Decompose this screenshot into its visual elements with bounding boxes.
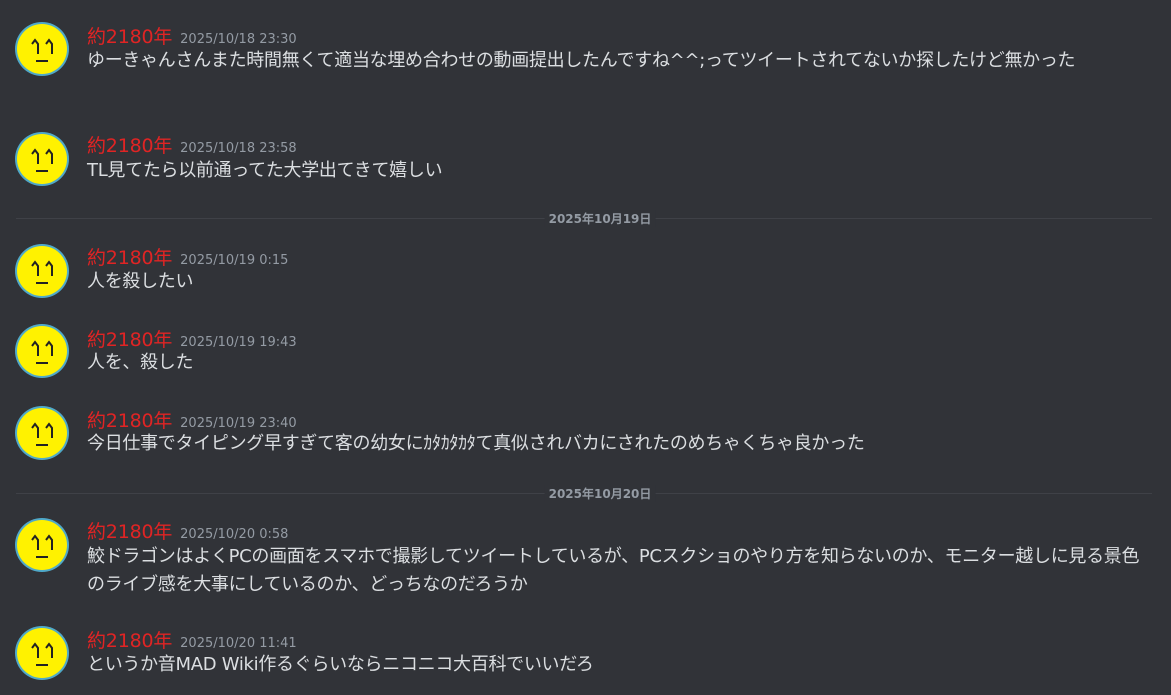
avatar[interactable]: [17, 408, 67, 458]
avatar[interactable]: [17, 520, 67, 570]
author-name[interactable]: 約2180年: [87, 630, 172, 652]
message-text: 人を殺したい: [87, 271, 194, 292]
angry-face-icon: [31, 260, 53, 284]
avatar[interactable]: [17, 246, 67, 296]
timestamp: 2025/10/18 23:30: [180, 32, 297, 47]
angry-face-icon: [31, 422, 53, 446]
timestamp: 2025/10/19 0:15: [180, 253, 289, 268]
angry-face-icon: [31, 534, 53, 558]
angry-face-icon: [31, 38, 53, 62]
author-name[interactable]: 約2180年: [87, 247, 172, 269]
author-name[interactable]: 約2180年: [87, 135, 172, 157]
timestamp: 2025/10/19 23:40: [180, 416, 297, 431]
message-text: 今日仕事でタイピング早すぎて客の幼女にｶﾀｶﾀｶﾀて真似されバカにされたのめちゃ…: [87, 433, 865, 454]
timestamp: 2025/10/19 19:43: [180, 335, 297, 350]
date-divider-label: 2025年10月19日: [544, 210, 656, 227]
date-divider-label: 2025年10月20日: [544, 485, 656, 502]
author-name[interactable]: 約2180年: [87, 329, 172, 351]
angry-face-icon: [31, 340, 53, 364]
message-text: ゆーきゃんさんまた時間無くて適当な埋め合わせの動画提出したんですね^^;ってツイ…: [87, 50, 1076, 71]
avatar[interactable]: [17, 326, 67, 376]
date-divider: 2025年10月20日: [16, 485, 1152, 502]
message-text: 鮫ドラゴンはよくPCの画面をスマホで撮影してツイートしているが、PCスクショのや…: [87, 546, 1140, 595]
author-name[interactable]: 約2180年: [87, 26, 172, 48]
message-text: TL見てたら以前通ってた大学出てきて嬉しい: [87, 160, 443, 181]
angry-face-icon: [31, 148, 53, 172]
message-text: 人を、殺した: [87, 352, 194, 373]
avatar[interactable]: [17, 24, 67, 74]
timestamp: 2025/10/18 23:58: [180, 141, 297, 156]
avatar[interactable]: [17, 628, 67, 678]
avatar[interactable]: [17, 134, 67, 184]
author-name[interactable]: 約2180年: [87, 521, 172, 543]
angry-face-icon: [31, 642, 53, 666]
timestamp: 2025/10/20 0:58: [180, 527, 289, 542]
timestamp: 2025/10/20 11:41: [180, 636, 297, 651]
date-divider: 2025年10月19日: [16, 210, 1152, 227]
author-name[interactable]: 約2180年: [87, 410, 172, 432]
message-text: というか音MAD Wiki作るぐらいならニコニコ大百科でいいだろ: [87, 654, 594, 675]
